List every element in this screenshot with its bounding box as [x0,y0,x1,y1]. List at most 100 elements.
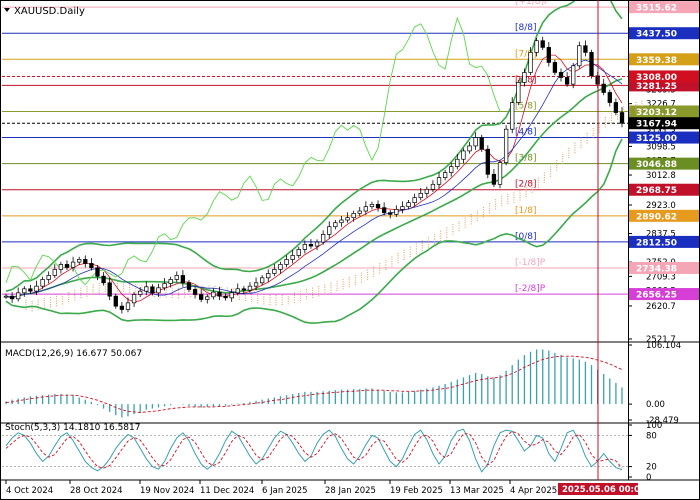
candle-body [211,291,216,298]
cloud-dot [293,294,295,296]
cloud-dot [342,283,344,285]
cloud-dot [409,248,411,251]
cloud-dot [92,289,94,291]
cloud-dot [220,286,222,288]
cloud-dot [501,200,503,202]
candle-body [22,288,27,294]
cloud-dot [464,222,466,224]
cloud-dot [98,287,100,289]
candle-body [375,203,381,209]
cloud-dot [342,278,344,281]
cloud-dot [122,285,125,288]
cloud-dot [269,294,271,296]
cloud-dot [336,285,338,287]
price-marker-label: 3308.00 [636,73,677,83]
price-tick-label: 2923.0 [646,201,676,211]
cloud-dot [513,192,515,194]
cloud-dot [598,131,600,133]
cloud-dot [25,301,27,304]
cloud-dot [501,205,503,207]
cloud-dot [74,289,76,292]
cloud-dot [610,115,613,117]
candle-body [528,52,533,73]
cloud-dot [635,101,637,104]
cloud-dot [98,289,100,291]
ichimoku-cloud [25,100,643,312]
date-axis: 4 Oct 2024 28 Oct 2024 19 Nov 2024 11 Dec 2… [5,480,646,496]
cloud-dot [293,292,295,294]
cloud-dot [68,299,70,301]
candle-body [522,72,527,83]
cloud-dot [629,113,631,115]
cloud-dot [171,296,173,299]
cloud-dot [403,258,405,261]
cloud-dot [171,289,173,292]
candle-body [467,145,472,152]
cloud-dot [543,179,546,181]
cloud-dot [574,147,576,149]
cloud-dot [482,209,485,211]
cloud-dot [641,110,643,112]
cloud-dot [604,121,607,123]
cloud-dot [43,304,45,306]
cloud-dot [257,297,259,299]
cloud-dot [263,293,265,296]
cloud-dot [641,105,643,107]
cloud-dot [299,300,302,302]
cloud-dot [495,199,497,201]
candle-body [9,295,15,300]
cloud-dot [281,294,283,296]
cloud-dot [244,299,247,302]
cloud-dot [299,290,302,292]
cloud-dot [281,301,283,303]
cloud-dot [25,299,27,301]
current-date-label: 2025.05.06 00:00 [562,485,646,495]
cloud-dot [507,198,509,200]
cloud-dot [80,294,82,296]
cloud-dot [312,292,314,294]
cloud-dot [452,233,454,235]
cloud-dot [415,252,417,255]
cloud-dot [409,255,411,258]
candle-body [125,302,131,310]
cloud-dot [580,142,582,144]
cloud-dot [183,291,186,294]
cloud-dot [537,177,539,179]
cloud-dot [391,265,393,267]
cloud-dot [366,274,369,276]
cloud-dot [379,267,381,269]
cloud-dot [336,280,338,282]
cloud-dot [635,106,637,108]
cloud-dot [74,292,76,294]
cloud-dot [586,140,588,142]
cloud-dot [263,300,265,303]
cloud-dot [269,301,271,303]
bollinger-upper [5,0,623,292]
cloud-dot [434,243,436,245]
cloud-dot [373,273,375,275]
cloud-dot [287,296,289,298]
candle-body [290,255,295,260]
cloud-dot [312,287,314,289]
cloud-dot [586,135,588,137]
cloud-dot [531,189,533,191]
cloud-dot [543,176,546,179]
cloud-dot [354,279,356,281]
cloud-dot [226,287,228,289]
cloud-dot [238,296,241,298]
cloud-dot [312,294,314,296]
candle-body [253,282,259,287]
cloud-dot [391,260,393,263]
cloud-dot [305,291,308,293]
cloud-dot [86,295,88,297]
cloud-dot [452,226,454,228]
cloud-dot [537,184,539,186]
cloud-dot [49,303,51,306]
cloud-dot [354,284,356,286]
cloud-dot [507,203,509,205]
cloud-dot [318,290,320,292]
cloud-dot [427,239,430,241]
candle-body [339,219,344,224]
cloud-dot [513,199,515,201]
cloud-dot [421,249,424,251]
